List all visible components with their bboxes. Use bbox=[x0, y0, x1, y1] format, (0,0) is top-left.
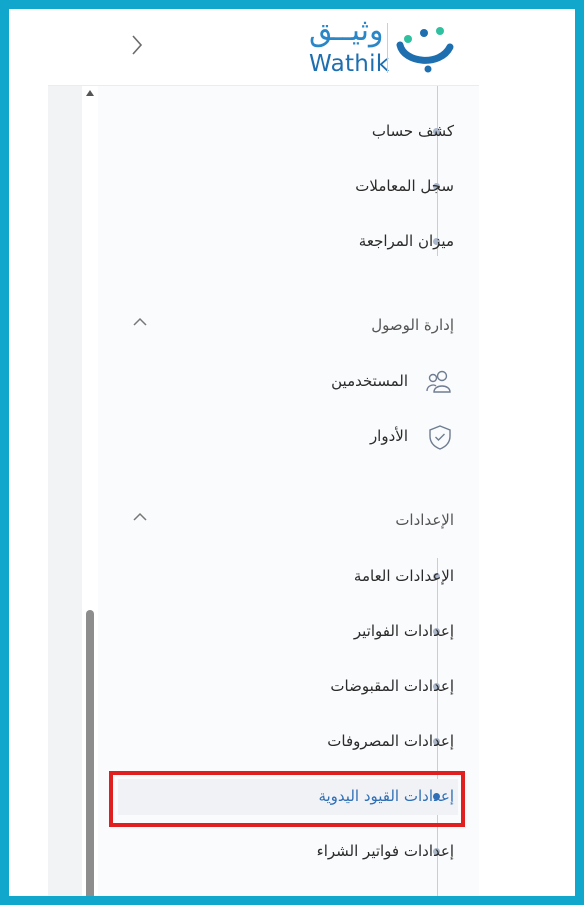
highlight-annotation-box bbox=[109, 771, 465, 827]
logo-english-text: Wathik bbox=[309, 51, 390, 77]
section-title: الإعدادات bbox=[395, 511, 454, 529]
top-bar: وثيــق Wathik bbox=[9, 9, 575, 85]
menu-item-purchase-invoices-settings[interactable]: إعدادات فواتير الشراء bbox=[317, 836, 454, 866]
menu-item-expenses-settings[interactable]: إعدادات المصروفات bbox=[327, 726, 454, 756]
menu-item-account-statement[interactable]: كشف حساب bbox=[372, 116, 454, 146]
logo-mark-icon bbox=[396, 27, 454, 73]
section-access-management[interactable]: إدارة الوصول bbox=[120, 311, 458, 341]
scrollbar-thumb[interactable] bbox=[86, 610, 94, 900]
content-gutter bbox=[48, 86, 82, 896]
menu-item-general-settings[interactable]: الإعدادات العامة bbox=[354, 561, 454, 591]
sidebar-item-label: المستخدمين bbox=[331, 372, 408, 390]
chevron-up-icon bbox=[133, 317, 147, 326]
sidebar-item-users[interactable]: المستخدمين bbox=[298, 366, 458, 398]
section-title: إدارة الوصول bbox=[371, 316, 454, 334]
wathik-logo[interactable]: وثيــق Wathik bbox=[299, 13, 469, 81]
users-icon bbox=[426, 370, 451, 393]
sidebar-item-roles[interactable]: الأدوار bbox=[298, 421, 458, 453]
menu-item-invoice-settings[interactable]: إعدادات الفواتير bbox=[354, 616, 454, 646]
section-settings[interactable]: الإعدادات bbox=[120, 506, 458, 536]
logo-divider bbox=[387, 23, 388, 73]
scroll-up-arrow-icon[interactable] bbox=[86, 90, 94, 96]
chevron-right-icon bbox=[132, 35, 143, 55]
shield-check-icon bbox=[429, 425, 451, 450]
menu-item-trial-balance[interactable]: ميزان المراجعة bbox=[359, 226, 454, 256]
menu-item-transactions-log[interactable]: سجل المعاملات bbox=[355, 171, 454, 201]
collapse-sidebar-button[interactable] bbox=[119, 27, 155, 63]
logo-arabic-text: وثيــق bbox=[309, 13, 384, 48]
menu-item-receipts-settings[interactable]: إعدادات المقبوضات bbox=[330, 671, 454, 701]
chevron-up-icon bbox=[133, 512, 147, 521]
sidebar-item-label: الأدوار bbox=[369, 427, 408, 445]
